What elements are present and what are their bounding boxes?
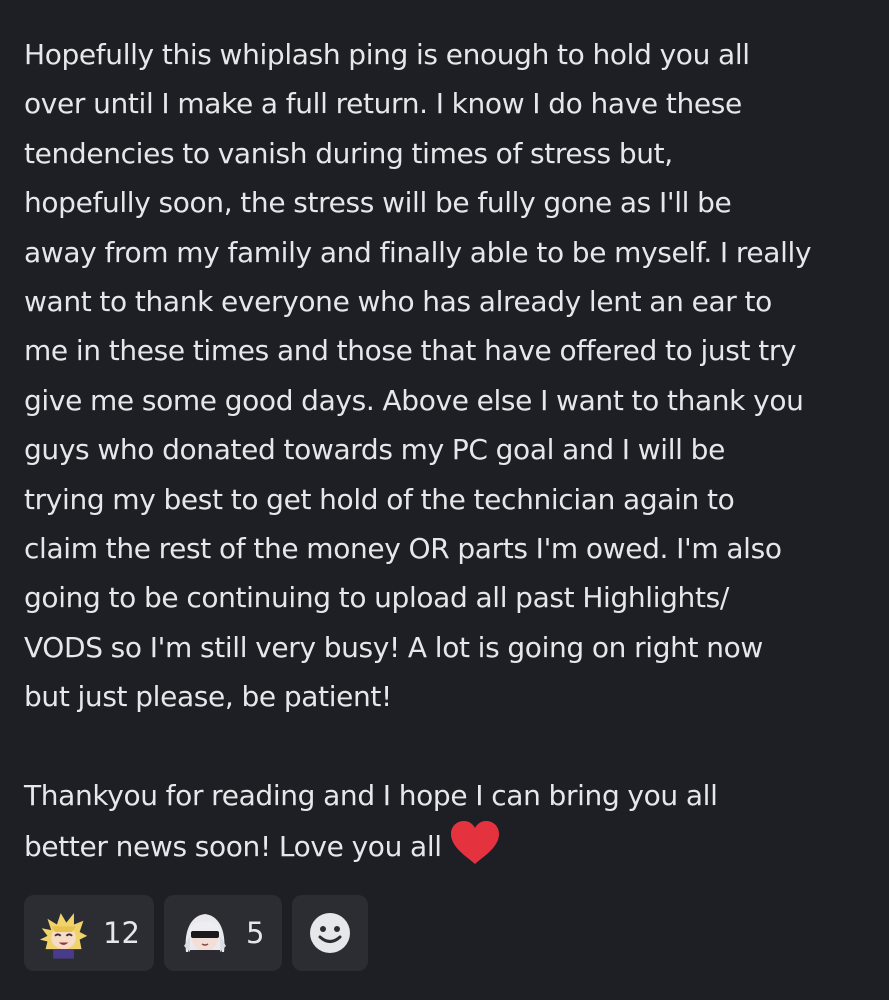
message-line: away from my family and finally able to … xyxy=(24,235,812,269)
reaction-count: 5 xyxy=(246,916,265,950)
message-line: claim the rest of the money OR parts I'm… xyxy=(24,531,782,565)
message-line: VODS so I'm still very busy! A lot is go… xyxy=(24,630,763,664)
reactions-bar: 12 5 xyxy=(24,895,368,971)
message-line: over until I make a full return. I know … xyxy=(24,87,742,121)
message-line: going to be continuing to upload all pas… xyxy=(24,581,729,615)
smiley-face-icon xyxy=(310,913,350,953)
red-heart-emoji-icon xyxy=(450,821,499,865)
add-reaction-button[interactable] xyxy=(292,895,368,971)
blonde-anime-character-icon xyxy=(39,913,88,959)
message-line-last: better news soon! Love you all xyxy=(24,820,869,869)
message-line-text: better news soon! Love you all xyxy=(24,830,442,864)
reaction-blindfold-character[interactable]: 5 xyxy=(164,895,282,971)
reaction-count: 12 xyxy=(103,916,140,950)
message-line: me in these times and those that have of… xyxy=(24,334,797,368)
message-line: want to thank everyone who has already l… xyxy=(24,284,772,318)
message-line: tendencies to vanish during times of str… xyxy=(24,136,673,170)
message-line: but just please, be patient! xyxy=(24,680,392,714)
message-line: hopefully soon, the stress will be fully… xyxy=(24,186,732,220)
message-body: Hopefully this whiplash ping is enough t… xyxy=(24,30,869,870)
message-view: Hopefully this whiplash ping is enough t… xyxy=(0,0,889,1000)
message-line: give me some good days. Above else I wan… xyxy=(24,383,804,417)
message-line: trying my best to get hold of the techni… xyxy=(24,482,735,516)
message-line: Thankyou for reading and I hope I can br… xyxy=(24,778,718,812)
message-line: guys who donated towards my PC goal and … xyxy=(24,433,725,467)
reaction-blonde-character[interactable]: 12 xyxy=(24,895,154,971)
message-line: Hopefully this whiplash ping is enough t… xyxy=(24,38,750,71)
white-haired-blindfold-character-icon xyxy=(184,914,226,960)
